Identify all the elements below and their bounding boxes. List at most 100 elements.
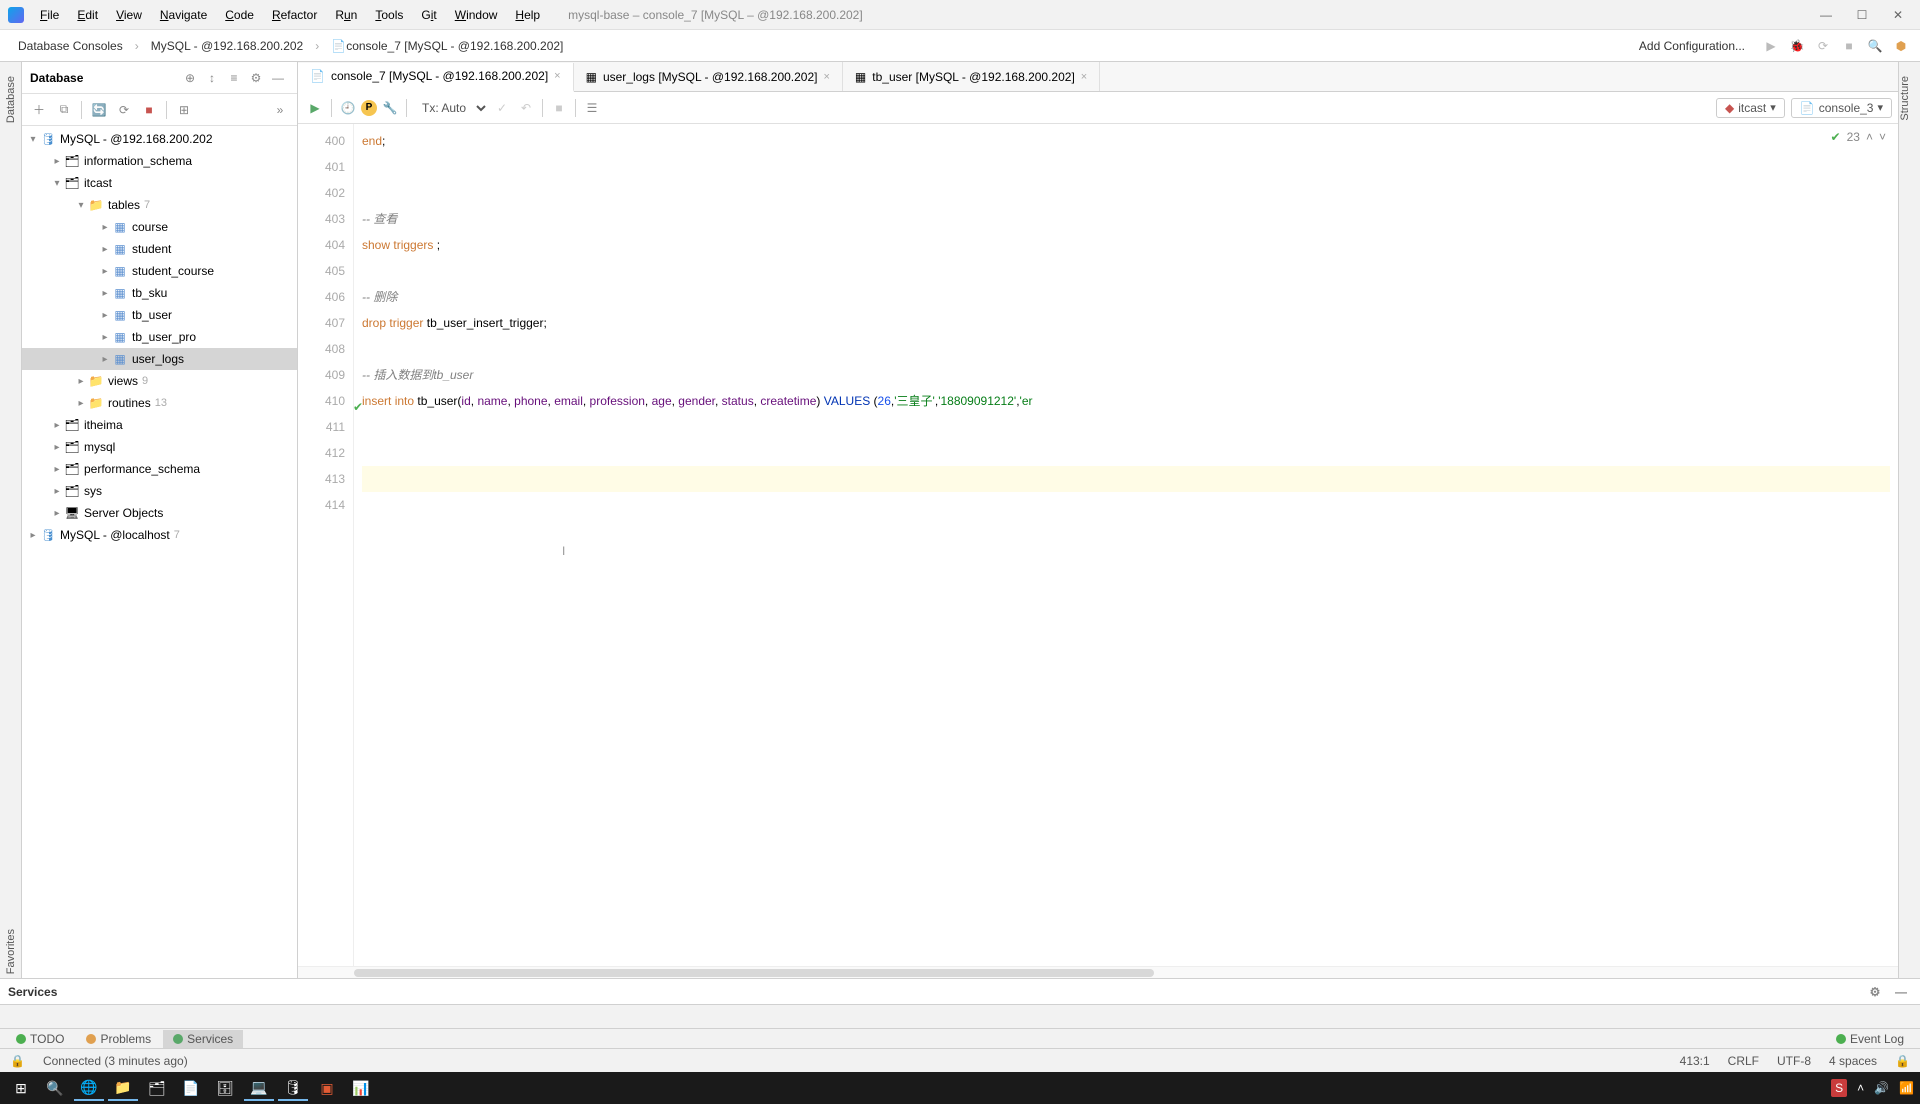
tree-table[interactable]: ▸▦student_course bbox=[22, 260, 297, 282]
app-icon[interactable]: 🗄 bbox=[210, 1075, 240, 1101]
refresh-icon[interactable]: 🔄 bbox=[88, 99, 110, 121]
left-tab-database[interactable]: Database bbox=[5, 72, 17, 127]
commit-icon[interactable]: ✓ bbox=[491, 97, 513, 119]
tree-table[interactable]: ▸▦course bbox=[22, 216, 297, 238]
tab-todo[interactable]: TODO bbox=[6, 1030, 74, 1048]
sync-icon[interactable]: ⟳ bbox=[113, 99, 135, 121]
tab-userlogs[interactable]: ▦ user_logs [MySQL - @192.168.200.202] × bbox=[574, 62, 843, 91]
tree-schema[interactable]: ▸🗂performance_schema bbox=[22, 458, 297, 480]
tree-server-objects[interactable]: ▸🖥Server Objects bbox=[22, 502, 297, 524]
session-chip[interactable]: 📄console_3 ▾ bbox=[1791, 98, 1892, 118]
line-separator[interactable]: CRLF bbox=[1728, 1054, 1759, 1068]
explorer-icon[interactable]: 📁 bbox=[108, 1075, 138, 1101]
stop-icon[interactable]: ■ bbox=[1838, 35, 1860, 57]
tree-datasource[interactable]: ▾🛢 MySQL - @192.168.200.202 bbox=[22, 128, 297, 150]
menu-code[interactable]: Code bbox=[217, 4, 262, 26]
cursor-position[interactable]: 413:1 bbox=[1680, 1054, 1710, 1068]
stop-sync-icon[interactable]: ■ bbox=[138, 99, 160, 121]
chrome-icon[interactable]: 🌐 bbox=[74, 1075, 104, 1101]
tree-table[interactable]: ▸▦student bbox=[22, 238, 297, 260]
code-body[interactable]: ✔ 23 ˄ ˅ end; -- 查看 show triggers ; -- 删… bbox=[354, 124, 1898, 966]
menu-file[interactable]: File bbox=[32, 4, 67, 26]
chevron-up-icon[interactable]: ˄ bbox=[1866, 130, 1873, 144]
gear-icon[interactable]: ⚙ bbox=[245, 67, 267, 89]
target-icon[interactable]: ⊕ bbox=[179, 67, 201, 89]
menu-navigate[interactable]: Navigate bbox=[152, 4, 215, 26]
menu-refactor[interactable]: Refactor bbox=[264, 4, 325, 26]
search-taskbar-icon[interactable]: 🔍 bbox=[40, 1075, 70, 1101]
expand-icon[interactable]: ↕ bbox=[201, 67, 223, 89]
crumb-console[interactable]: 📄 console_7 [MySQL - @192.168.200.202] bbox=[321, 35, 573, 57]
chevron-down-icon[interactable]: ˅ bbox=[1879, 130, 1886, 144]
tree-schema[interactable]: ▸🗂information_schema bbox=[22, 150, 297, 172]
tree-table-selected[interactable]: ▸▦user_logs bbox=[22, 348, 297, 370]
wifi-icon[interactable]: 📶 bbox=[1899, 1081, 1914, 1095]
start-button[interactable]: ⊞ bbox=[6, 1075, 36, 1101]
indent-setting[interactable]: 4 spaces bbox=[1829, 1054, 1877, 1068]
left-tab-favorites[interactable]: Favorites bbox=[5, 925, 17, 978]
gear-icon[interactable]: ⚙ bbox=[1864, 981, 1886, 1003]
code-editor[interactable]: 400 401 402 403 404 405 406 407 408 409 … bbox=[298, 124, 1898, 966]
schema-chip[interactable]: ◆itcast ▾ bbox=[1716, 98, 1785, 118]
close-button[interactable]: ✕ bbox=[1884, 5, 1912, 25]
file-encoding[interactable]: UTF-8 bbox=[1777, 1054, 1811, 1068]
tree-routines-folder[interactable]: ▸📁routines13 bbox=[22, 392, 297, 414]
new-icon[interactable]: ＋ bbox=[28, 99, 50, 121]
tab-console7[interactable]: 📄 console_7 [MySQL - @192.168.200.202] × bbox=[298, 63, 574, 92]
output-icon[interactable]: ☰ bbox=[581, 97, 603, 119]
menu-run[interactable]: Run bbox=[327, 4, 365, 26]
menu-help[interactable]: Help bbox=[507, 4, 548, 26]
app-icon[interactable]: 📄 bbox=[176, 1075, 206, 1101]
rollback-icon[interactable]: ↶ bbox=[515, 97, 537, 119]
tree-table[interactable]: ▸▦tb_user bbox=[22, 304, 297, 326]
menu-edit[interactable]: Edit bbox=[69, 4, 106, 26]
wrench-icon[interactable]: 🔧 bbox=[379, 97, 401, 119]
app-icon[interactable]: 💻 bbox=[244, 1075, 274, 1101]
duplicate-icon[interactable]: ⧉ bbox=[53, 99, 75, 121]
menu-view[interactable]: View bbox=[108, 4, 150, 26]
tab-problems[interactable]: Problems bbox=[76, 1030, 161, 1048]
collapse-icon[interactable]: ≡ bbox=[223, 67, 245, 89]
database-tree[interactable]: ▾🛢 MySQL - @192.168.200.202 ▸🗂informatio… bbox=[22, 126, 297, 978]
tree-tables-folder[interactable]: ▾📁tables7 bbox=[22, 194, 297, 216]
coverage-icon[interactable]: ⟳ bbox=[1812, 35, 1834, 57]
tab-tbuser[interactable]: ▦ tb_user [MySQL - @192.168.200.202] × bbox=[843, 62, 1100, 91]
tree-table[interactable]: ▸▦tb_user_pro bbox=[22, 326, 297, 348]
app-icon[interactable]: 📊 bbox=[346, 1075, 376, 1101]
execute-icon[interactable]: ▶ bbox=[304, 97, 326, 119]
add-configuration-button[interactable]: Add Configuration... bbox=[1628, 34, 1756, 58]
system-tray[interactable]: S ˄ 🔊 📶 bbox=[1831, 1079, 1914, 1097]
close-icon[interactable]: × bbox=[823, 71, 829, 83]
right-tab-structure[interactable]: Structure bbox=[1899, 72, 1911, 125]
tx-mode-select[interactable]: Tx: Auto bbox=[412, 98, 489, 118]
lock-icon[interactable]: 🔒 bbox=[1895, 1054, 1910, 1068]
history-icon[interactable]: 🕘 bbox=[337, 97, 359, 119]
datagrip-icon[interactable]: 🛢 bbox=[278, 1075, 308, 1101]
maximize-button[interactable]: ☐ bbox=[1848, 5, 1876, 25]
services-panel-header[interactable]: Services ⚙ — bbox=[0, 978, 1920, 1004]
tree-schema[interactable]: ▸🗂sys bbox=[22, 480, 297, 502]
minimize-button[interactable]: — bbox=[1812, 5, 1840, 25]
ime-icon[interactable]: S bbox=[1831, 1079, 1847, 1097]
explain-plan-icon[interactable]: P bbox=[361, 100, 377, 116]
horizontal-scrollbar[interactable] bbox=[298, 966, 1898, 978]
menu-git[interactable]: Git bbox=[413, 4, 444, 26]
search-icon[interactable]: 🔍 bbox=[1864, 35, 1886, 57]
run-icon[interactable]: ▶ bbox=[1760, 35, 1782, 57]
tab-event-log[interactable]: Event Log bbox=[1826, 1030, 1914, 1048]
view-icon[interactable]: ⊞ bbox=[173, 99, 195, 121]
powerpoint-icon[interactable]: ▣ bbox=[312, 1075, 342, 1101]
menu-tools[interactable]: Tools bbox=[367, 4, 411, 26]
cancel-icon[interactable]: ■ bbox=[548, 97, 570, 119]
tree-schema-itcast[interactable]: ▾🗂itcast bbox=[22, 172, 297, 194]
settings-icon[interactable]: ⬢ bbox=[1890, 35, 1912, 57]
tree-table[interactable]: ▸▦tb_sku bbox=[22, 282, 297, 304]
close-icon[interactable]: × bbox=[554, 70, 560, 82]
app-icon[interactable]: 🗂 bbox=[142, 1075, 172, 1101]
more-icon[interactable]: » bbox=[269, 99, 291, 121]
crumb-root[interactable]: Database Consoles bbox=[8, 35, 133, 57]
close-icon[interactable]: × bbox=[1081, 71, 1087, 83]
hide-icon[interactable]: — bbox=[1890, 981, 1912, 1003]
chevron-up-icon[interactable]: ˄ bbox=[1857, 1081, 1864, 1095]
debug-icon[interactable]: 🐞 bbox=[1786, 35, 1808, 57]
